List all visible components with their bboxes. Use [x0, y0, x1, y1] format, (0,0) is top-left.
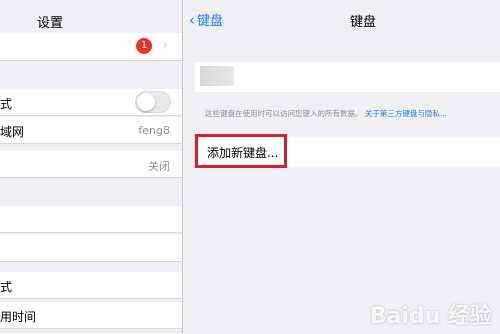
settings-row-label: 域网	[0, 125, 25, 139]
footnote-text: 这些键盘在使用时可以访问您键入的所有数据。	[205, 109, 363, 118]
settings-row-off[interactable]: 关闭	[0, 151, 182, 178]
notification-badge: 1	[136, 38, 152, 54]
back-button-label: 键盘	[197, 14, 224, 29]
settings-row-blank-2[interactable]	[0, 235, 182, 262]
privacy-footnote: 这些键盘在使用时可以访问您键入的所有数据。 关于第三方键盘与隐私...	[205, 108, 447, 119]
page-title: 键盘	[349, 15, 377, 30]
privacy-link[interactable]: 关于第三方键盘与隐私...	[365, 109, 447, 118]
settings-row-screen-time[interactable]: 用时间	[0, 302, 182, 329]
settings-row-style[interactable]: 式	[0, 272, 182, 299]
keyboard-detail-pane: ‹ 键盘 键盘 这些键盘在使用时可以访问您键入的所有数据。 关于第三方键盘与隐私.…	[183, 0, 500, 334]
settings-row-label: 式	[0, 280, 13, 294]
highlight-box	[195, 134, 287, 168]
settings-row-value: feng8	[138, 124, 170, 137]
settings-row-label: 用时间	[0, 310, 37, 324]
settings-row-value: 关闭	[148, 160, 170, 173]
settings-title: 设置	[36, 16, 63, 31]
chevron-right-icon: ›	[163, 38, 168, 52]
back-button[interactable]: ‹ 键盘	[189, 10, 223, 29]
settings-row-blank-1[interactable]	[0, 206, 182, 233]
settings-row-network[interactable]: 域网 feng8	[0, 117, 182, 144]
settings-row-label: 式	[0, 97, 13, 111]
mode-toggle[interactable]	[135, 91, 171, 113]
baidu-watermark: Baidu 经验	[369, 304, 492, 329]
chevron-left-icon: ‹	[189, 11, 195, 29]
ipad-screen: 设置 1 › 式 域网 feng8 关闭 式 用时间 ‹ 键盘 键盘 这些键盘在…	[0, 0, 500, 334]
settings-sidebar: 设置 1 › 式 域网 feng8 关闭 式 用时间	[0, 0, 183, 334]
notification-row[interactable]	[0, 33, 182, 61]
blurred-keyboard-name	[200, 66, 234, 86]
keyboard-list-item[interactable]	[195, 62, 500, 92]
toggle-knob	[137, 93, 155, 111]
